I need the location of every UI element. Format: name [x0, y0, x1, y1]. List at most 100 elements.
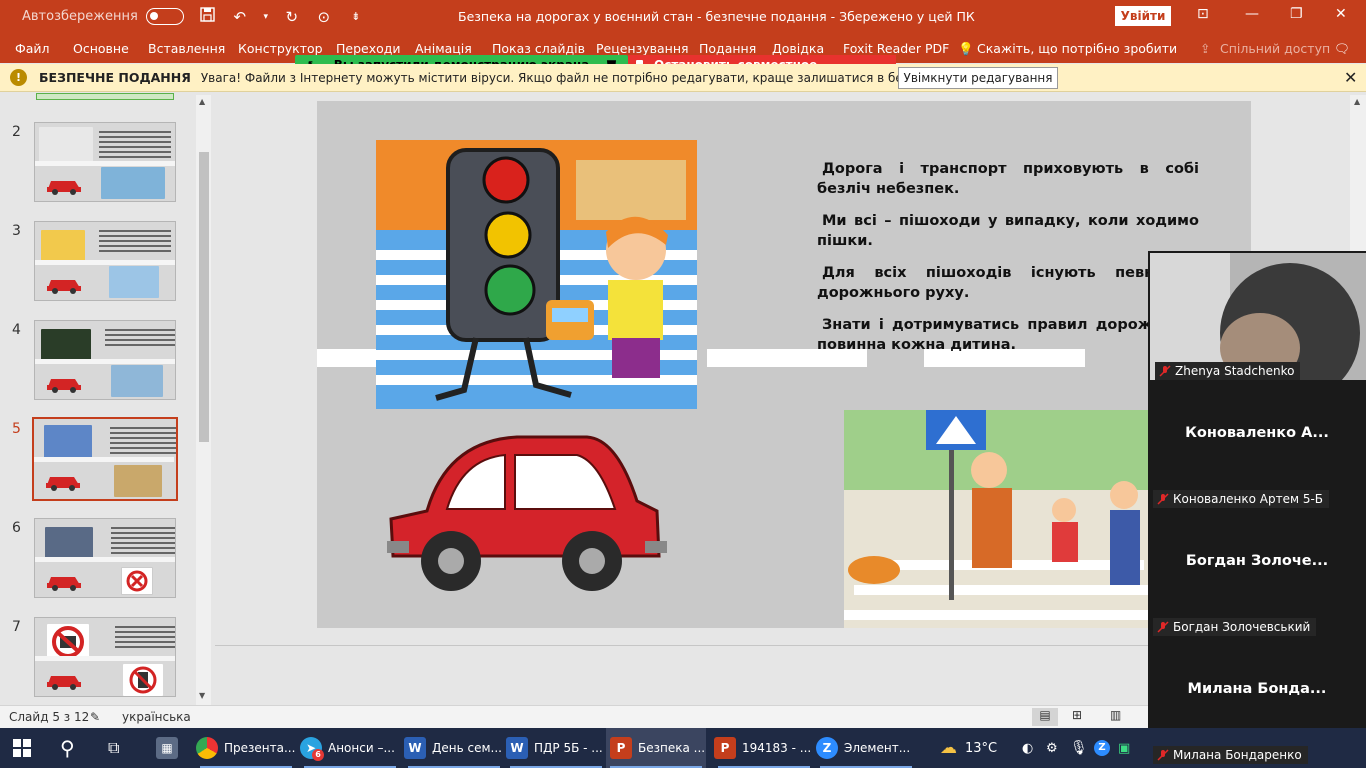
tab-transitions[interactable]: Переходи [336, 41, 401, 56]
thumbnail-preview [34, 221, 176, 301]
undo-icon[interactable]: ↶ [230, 8, 250, 26]
slide-canvas[interactable]: Дорога і транспорт приховують в собі без… [317, 101, 1251, 628]
restore-icon[interactable]: ❐ [1290, 6, 1303, 22]
reading-view-icon[interactable]: ▥ [1110, 708, 1121, 722]
telegram-icon: ➤ 6 [300, 737, 324, 761]
taskbar-item-word-1[interactable]: W День сем... [404, 728, 504, 768]
autosave-control[interactable]: Автозбереження [22, 8, 184, 25]
slide-decor-strip [317, 349, 377, 367]
tab-design[interactable]: Конструктор [238, 41, 323, 56]
tab-file[interactable]: Файл [15, 41, 50, 56]
tray-camtasia-icon[interactable]: ▣ [1118, 728, 1130, 768]
spellcheck-icon[interactable]: ✎ [90, 710, 100, 724]
taskbar-item-word-2[interactable]: W ПДР 5Б - ... [506, 728, 606, 768]
scroll-up-icon[interactable]: ▲ [1354, 97, 1360, 106]
thumbnail-5-selected[interactable]: 5 [0, 417, 195, 509]
taskbar-item-telegram[interactable]: ➤ 6 Анонси –... [300, 728, 400, 768]
unread-badge: 6 [312, 749, 324, 761]
participant-name: Милана Бонда... [1187, 681, 1327, 697]
powerpoint-icon: P [610, 737, 632, 759]
zoom-icon: Z [816, 737, 838, 759]
notes-divider [215, 645, 1150, 646]
tab-foxit[interactable]: Foxit Reader PDF [843, 41, 949, 56]
taskbar-item-label: День сем... [432, 741, 502, 755]
thumbnail-3[interactable]: 3 [0, 221, 195, 311]
editor-scrollbar[interactable]: ▲ [1350, 95, 1366, 255]
taskbar-item-label: Элемент... [844, 741, 911, 755]
share-button[interactable]: Спільний доступ [1220, 41, 1330, 56]
thumbnail-2[interactable]: 2 [0, 122, 195, 212]
participant-label-text: Богдан Золочевський [1173, 620, 1311, 634]
comments-icon[interactable]: 🗨 [1334, 41, 1350, 57]
presenter-icon[interactable]: ⊙ [314, 8, 334, 26]
minimize-icon[interactable]: — [1245, 6, 1259, 22]
participant-label-text: Zhenya Stadchenko [1175, 364, 1295, 378]
word-icon: W [404, 737, 426, 759]
tab-animations[interactable]: Анімація [415, 41, 472, 56]
pedestrian-crossing-illustration [844, 410, 1154, 628]
slide-sorter-icon[interactable]: ⊞ [1072, 708, 1082, 722]
participant-label: Милана Бондаренко [1153, 746, 1308, 764]
weather-widget[interactable]: ☁ 13°C [940, 728, 997, 768]
thumbnail-7[interactable]: 7 [0, 617, 195, 707]
chrome-icon [196, 737, 218, 759]
taskbar-item-label: 194183 - ... [742, 741, 812, 755]
tray-zoom-icon[interactable]: Z [1094, 728, 1116, 768]
redo-icon[interactable]: ↻ [282, 8, 302, 26]
ribbon-display-icon[interactable]: ⊡ [1197, 6, 1209, 22]
powerpoint-icon: P [714, 737, 736, 759]
tab-insert[interactable]: Вставлення [148, 41, 225, 56]
taskbar-item-chrome[interactable]: Презента... [196, 728, 296, 768]
traffic-light-illustration [376, 140, 697, 409]
calculator-icon[interactable]: ▦ [156, 728, 184, 768]
participant-label: Zhenya Stadchenko [1155, 362, 1301, 380]
scroll-up-icon[interactable]: ▲ [199, 97, 205, 106]
thumbnail-preview [34, 320, 176, 400]
slide-thumbnails-pane: 2 3 4 5 6 7 [0, 93, 213, 705]
document-title: Безпека на дорогах у воєнний стан - безп… [458, 9, 975, 24]
autosave-toggle[interactable] [145, 8, 184, 25]
microphone-icon[interactable]: 🎙 [1070, 728, 1088, 768]
thumbnail-1-partial[interactable] [36, 93, 174, 100]
tab-view[interactable]: Подання [699, 41, 756, 56]
tray-settings-icon[interactable]: ⚙ [1046, 728, 1058, 768]
customize-icon[interactable]: ⇟ [346, 10, 366, 23]
signin-button[interactable]: Увійти [1115, 6, 1171, 26]
taskbar-item-powerpoint-1[interactable]: P Безпека ... [606, 728, 706, 768]
tell-me-search[interactable]: Скажіть, що потрібно зробити [977, 41, 1177, 56]
thumbnail-number: 6 [12, 520, 21, 536]
shield-icon: ! [10, 69, 27, 86]
quick-access-toolbar: ↶ ▾ ↻ ⊙ ⇟ [198, 7, 366, 26]
language-indicator[interactable]: українська [122, 710, 191, 724]
participant-video[interactable] [1150, 253, 1366, 380]
thumbnail-6[interactable]: 6 [0, 518, 195, 608]
taskbar-item-powerpoint-2[interactable]: P 194183 - ... [714, 728, 814, 768]
tab-review[interactable]: Рецензування [596, 41, 689, 56]
task-view-icon[interactable]: ⧉ [108, 728, 119, 768]
normal-view-icon[interactable]: ▤ [1032, 708, 1058, 726]
slide-body-text[interactable]: Дорога і транспорт приховують в собі без… [817, 159, 1199, 367]
thumbnail-4[interactable]: 4 [0, 320, 195, 410]
close-icon[interactable]: ✕ [1344, 68, 1357, 87]
thumbnail-preview [32, 417, 178, 501]
thumbnails-scroll-thumb[interactable] [199, 152, 209, 442]
tray-app-icon[interactable]: ◐ [1022, 728, 1033, 768]
save-icon[interactable] [198, 7, 218, 26]
mic-off-icon [1157, 493, 1169, 505]
enable-editing-button[interactable]: Увімкнути редагування [898, 67, 1058, 89]
tab-slideshow[interactable]: Показ слайдів [492, 41, 585, 56]
tab-help[interactable]: Довідка [772, 41, 824, 56]
close-icon[interactable]: ✕ [1335, 6, 1347, 22]
taskbar-item-label: ПДР 5Б - ... [534, 741, 603, 755]
word-icon: W [506, 737, 528, 759]
chevron-down-icon[interactable]: ▾ [262, 12, 270, 22]
thumbnail-number: 4 [12, 322, 21, 338]
start-button[interactable] [12, 728, 32, 768]
mic-off-icon [1159, 365, 1171, 377]
tab-home[interactable]: Основне [73, 41, 129, 56]
taskbar-item-zoom[interactable]: Z Элемент... [816, 728, 916, 768]
search-icon[interactable]: ⚲ [60, 728, 75, 768]
share-icon: ⇪ [1200, 41, 1211, 56]
slide-paragraph-2: Ми всі – пішоходи у випадку, коли ходимо… [817, 213, 1199, 249]
scroll-down-icon[interactable]: ▼ [199, 691, 205, 700]
